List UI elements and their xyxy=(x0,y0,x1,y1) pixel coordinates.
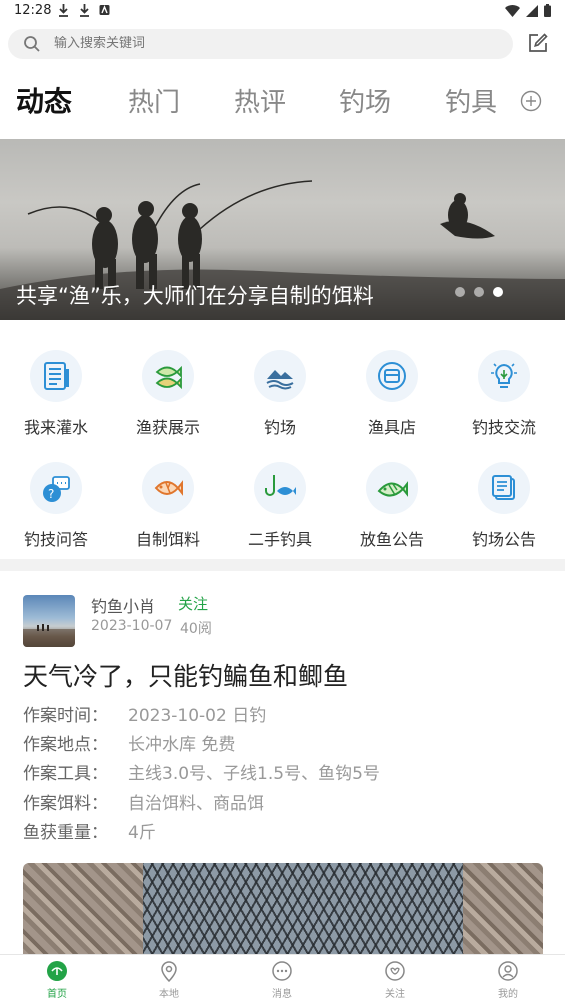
add-tab-icon[interactable] xyxy=(520,90,542,112)
notice-icon xyxy=(492,475,515,500)
category-label: 钓技交流 xyxy=(471,418,536,437)
category-label: 钓场 xyxy=(263,418,296,437)
heart-face-icon xyxy=(385,961,405,981)
post-author[interactable]: 钓鱼小肖 xyxy=(91,593,155,617)
tab-hot-comments[interactable]: 热评 xyxy=(234,82,286,119)
category-label: 钓技问答 xyxy=(23,530,88,549)
home-icon xyxy=(47,961,67,981)
category-label: 自制饵料 xyxy=(135,530,200,549)
fish-release-icon xyxy=(377,481,408,497)
nav-local[interactable]: 本地 xyxy=(139,960,199,1000)
avatar[interactable] xyxy=(23,595,75,647)
follow-button[interactable]: 关注 xyxy=(178,593,208,614)
meta-key: 作案工具： xyxy=(23,764,108,784)
search-input[interactable] xyxy=(54,36,474,51)
nav-label: 本地 xyxy=(159,989,179,1000)
category-technique-exchange[interactable]: 钓技交流 xyxy=(448,350,560,438)
post-meta-weight: 鱼获重量： 4斤 xyxy=(23,818,156,843)
bottom-nav: 首页 本地 消息 关注 我的 xyxy=(0,954,565,1004)
wifi-icon xyxy=(505,4,520,17)
fish-bait-icon xyxy=(154,480,183,496)
message-icon xyxy=(272,961,292,981)
status-time: 12:28 xyxy=(14,3,52,18)
banner-caption: 共享“渔”乐，大师们在分享自制的饵料 xyxy=(16,284,374,308)
app-notification-icon xyxy=(99,5,110,15)
carousel-dot[interactable] xyxy=(474,287,484,297)
meta-value: 自治饵料、商品饵 xyxy=(128,794,264,814)
category-spot-notice[interactable]: 钓场公告 xyxy=(448,462,560,550)
post-photo[interactable] xyxy=(23,863,543,958)
user-icon xyxy=(498,961,518,981)
category-label: 渔获展示 xyxy=(135,418,200,437)
category-label: 钓场公告 xyxy=(471,530,536,549)
meta-key: 作案饵料： xyxy=(23,794,108,814)
post-meta-tools: 作案工具： 主线3.0号、子线1.5号、鱼钩5号 xyxy=(23,759,380,784)
category-label: 放鱼公告 xyxy=(359,530,424,549)
meta-value: 4斤 xyxy=(128,823,156,843)
banner-carousel[interactable]: 共享“渔”乐，大师们在分享自制的饵料 xyxy=(0,139,565,320)
nav-label: 我的 xyxy=(498,989,518,1000)
search-icon xyxy=(24,36,40,52)
tab-tackle[interactable]: 钓具 xyxy=(445,82,497,119)
lightbulb-icon xyxy=(491,363,517,388)
download-icon xyxy=(80,4,89,17)
svg-text:?: ? xyxy=(48,487,54,501)
post-meta-bait: 作案饵料： 自治饵料、商品饵 xyxy=(23,789,264,814)
carousel-indicator xyxy=(455,287,503,297)
carousel-dot[interactable] xyxy=(455,287,465,297)
tab-dynamic[interactable]: 动态 xyxy=(16,80,72,120)
download-icon xyxy=(59,4,68,17)
meta-value: 2023-10-02 日钓 xyxy=(128,706,267,726)
category-fish-release-notice[interactable]: 放鱼公告 xyxy=(336,462,448,550)
nav-label: 首页 xyxy=(47,989,67,1000)
tab-fishing-spots[interactable]: 钓场 xyxy=(339,82,391,119)
meta-value: 主线3.0号、子线1.5号、鱼钩5号 xyxy=(128,764,380,784)
category-qa[interactable]: ? 钓技问答 xyxy=(0,462,112,550)
meta-key: 鱼获重量： xyxy=(23,823,108,843)
category-label: 我来灌水 xyxy=(23,418,88,437)
nav-messages[interactable]: 消息 xyxy=(252,960,312,1000)
status-indicators xyxy=(505,4,551,17)
section-divider xyxy=(0,559,565,571)
nav-label: 消息 xyxy=(272,989,292,1000)
search-bar[interactable] xyxy=(8,29,513,59)
nav-home[interactable]: 首页 xyxy=(27,960,87,1000)
document-list-icon xyxy=(44,362,69,390)
post-meta-time: 作案时间： 2023-10-02 日钓 xyxy=(23,701,266,726)
fish-pair-icon xyxy=(155,365,182,390)
post-title[interactable]: 天气冷了，只能钓鳊鱼和鲫鱼 xyxy=(23,657,348,693)
category-label: 渔具店 xyxy=(367,418,416,437)
question-chat-icon: ? xyxy=(43,476,70,502)
fishing-net-image xyxy=(143,863,463,958)
shop-icon xyxy=(378,362,406,390)
category-tabs: 动态 热门 热评 钓场 钓具 xyxy=(0,78,565,124)
category-fishing-spot[interactable]: 钓场 xyxy=(224,350,336,438)
lake-mountain-icon xyxy=(266,370,294,390)
tab-hot[interactable]: 热门 xyxy=(128,82,180,119)
signal-icon xyxy=(526,4,538,17)
nav-mine[interactable]: 我的 xyxy=(478,960,538,1000)
category-homemade-bait[interactable]: 自制饵料 xyxy=(112,462,224,550)
edit-icon[interactable] xyxy=(527,32,549,54)
status-bar: 12:28 xyxy=(0,0,565,24)
carousel-dot-active[interactable] xyxy=(493,287,503,297)
post-views: 40阅 xyxy=(180,621,212,637)
post-date: 2023-10-07 xyxy=(91,618,173,634)
meta-key: 作案时间： xyxy=(23,706,108,726)
nav-label: 关注 xyxy=(385,989,405,1000)
location-pin-icon xyxy=(161,961,177,982)
meta-value: 长冲水库 免费 xyxy=(128,735,236,755)
category-label: 二手钓具 xyxy=(247,530,312,549)
nav-following[interactable]: 关注 xyxy=(365,960,425,1000)
post-meta-location: 作案地点： 长冲水库 免费 xyxy=(23,730,235,755)
hook-fish-icon xyxy=(265,475,296,496)
category-used-tackle[interactable]: 二手钓具 xyxy=(224,462,336,550)
battery-icon xyxy=(544,4,551,17)
category-water-post[interactable]: 我来灌水 xyxy=(0,350,112,438)
category-catch-show[interactable]: 渔获展示 xyxy=(112,350,224,438)
category-tackle-shop[interactable]: 渔具店 xyxy=(336,350,448,438)
meta-key: 作案地点： xyxy=(23,735,108,755)
